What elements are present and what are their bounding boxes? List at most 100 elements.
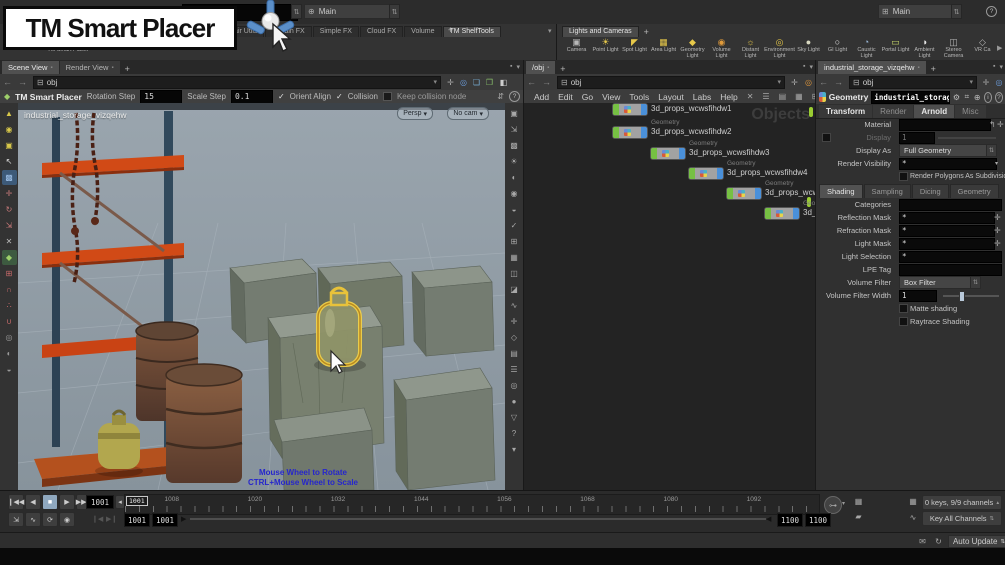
matte-shading-checkbox[interactable]	[899, 304, 908, 313]
pin-pane-icon[interactable]: ✛	[444, 78, 457, 87]
node-body[interactable]	[688, 167, 724, 180]
node-display-flag[interactable]	[679, 148, 685, 159]
node-input-flag[interactable]	[651, 148, 657, 159]
node-body[interactable]	[612, 126, 648, 139]
menu-layout[interactable]: Layout	[658, 92, 684, 102]
raytrace-shading-checkbox[interactable]	[899, 317, 908, 326]
forward-icon[interactable]: →	[831, 77, 846, 87]
motion-blur-icon[interactable]: ∿	[507, 297, 522, 313]
snap-points-icon[interactable]: ∴	[2, 298, 17, 313]
menu-add[interactable]: Add	[534, 92, 549, 102]
light-mask-input[interactable]: *	[899, 237, 995, 250]
rotate-tool-icon[interactable]: ↻	[2, 202, 17, 217]
shelf-tool-distant-light[interactable]: ☼ Distant Light	[736, 37, 765, 59]
orient-align-check-icon[interactable]: ✓	[278, 92, 285, 101]
network-node[interactable]: Geometry 3d_props_wcwsfihdw3	[650, 140, 810, 160]
right-desktop-spinner[interactable]: ⇅	[951, 4, 962, 19]
shelf-tools-overflow-arrow[interactable]: ▶	[997, 44, 1002, 52]
tree-view-icon[interactable]: ☰	[762, 92, 769, 101]
collision-check-icon[interactable]: ✓	[336, 92, 343, 101]
shelf-tab-simple-fx[interactable]: Simple FX	[312, 26, 359, 37]
lock-camera-icon[interactable]: ▩	[507, 137, 522, 153]
recook-icon[interactable]: ↻	[932, 535, 945, 547]
shelf-tool-environment-light[interactable]: ◎ Environment Light	[764, 37, 795, 59]
reflection-mask-input[interactable]: *	[899, 211, 995, 224]
tab-scene-view[interactable]: Scene View ▪	[2, 61, 59, 74]
tool-sort-icon[interactable]: ⇵	[497, 91, 504, 102]
path-caret-icon[interactable]: ▾	[969, 78, 973, 86]
objects-state-icon[interactable]: ▲	[2, 106, 17, 121]
op-jump-icon[interactable]: ↰	[989, 120, 996, 129]
shelf-tab-lights-and-cameras[interactable]: Lights and Cameras	[562, 26, 639, 37]
shelf-tool-caustic-light[interactable]: ◔ Caustic Light	[852, 37, 881, 59]
message-log-icon[interactable]: ✉	[916, 535, 929, 547]
range-slider-groove[interactable]	[190, 518, 766, 520]
isolate-icon[interactable]: ◇	[507, 329, 522, 345]
flipbook-icon[interactable]: ⇲	[8, 512, 24, 527]
audio-icon[interactable]: ∿	[25, 512, 41, 527]
op-chooser-icon[interactable]: ✛	[994, 213, 1001, 222]
network-node[interactable]: Geometry3d_props_wcwsfihdw1	[612, 103, 772, 116]
forward-icon[interactable]: →	[15, 77, 30, 87]
keep-collision-checkbox[interactable]	[382, 92, 392, 101]
wireframe-icon[interactable]: ◫	[507, 265, 522, 281]
offscreen-node-marker[interactable]	[809, 107, 813, 117]
camera-menu[interactable]: No cam ▾	[447, 107, 489, 120]
desktop-spinner[interactable]: ⇅	[389, 4, 400, 19]
tab-arnold[interactable]: Arnold	[914, 105, 955, 118]
scale-tool-icon[interactable]: ⇲	[2, 218, 17, 233]
shelf-tool-vr-ca[interactable]: ◇ VR Ca	[968, 37, 997, 54]
pin-pane-icon[interactable]: ✛	[980, 78, 992, 87]
node-input-flag[interactable]	[613, 104, 619, 115]
view-pivot-icon[interactable]: ◎	[2, 330, 17, 345]
camera-view-icon[interactable]: ▣	[507, 105, 522, 121]
dot-icon[interactable]: ●	[507, 393, 522, 409]
select-tool-icon[interactable]: ↖	[2, 154, 17, 169]
network-node[interactable]: Geometry 3d_props_wcwsfihdw2	[612, 119, 772, 139]
volume-filter-dropdown[interactable]: Box Filter	[899, 276, 971, 289]
snap-view-icon[interactable]: ✛	[507, 313, 522, 329]
add-pane-tab-button[interactable]: +	[556, 64, 569, 74]
forward-icon[interactable]: →	[539, 77, 554, 87]
keys-info-dropdown[interactable]: 0 keys, 9/9 channels ▴	[922, 495, 1002, 510]
network-canvas[interactable]: Objects Geometry3d_props_wcwsfihdw1Geome…	[524, 103, 816, 490]
keys-view-icon[interactable]: ▦	[906, 495, 920, 508]
shelf-tool-stereo-camera[interactable]: ◫ Stereo Camera	[939, 37, 968, 59]
view-pivot2-icon[interactable]: ◎	[507, 377, 522, 393]
params-path-field[interactable]: ⊟ obj ▾	[849, 75, 977, 89]
playhead-flag[interactable]: 1001	[126, 496, 148, 506]
volume-filter-spinner[interactable]: ⇅	[970, 276, 981, 289]
channels-view-icon[interactable]: ∿	[906, 511, 920, 524]
material-flag-icon[interactable]: ▦	[507, 249, 522, 265]
lights-state-icon[interactable]: ◉	[2, 122, 17, 137]
op-chooser-icon[interactable]: ✛	[997, 120, 1004, 129]
shelf-tool-area-light[interactable]: ▦ Area Light	[649, 37, 678, 54]
key-all-channels-dropdown[interactable]: Key All Channels ⇅	[922, 511, 1002, 526]
normal-lighting-icon[interactable]: ◐	[507, 169, 522, 185]
global-start-field[interactable]: 1001	[124, 513, 150, 527]
pane-menu-caret[interactable]: ▾	[516, 63, 520, 71]
info-icon[interactable]: i	[983, 91, 992, 103]
handles-tool-icon[interactable]: ✕	[2, 234, 17, 249]
list-view-icon[interactable]: ▤	[779, 92, 787, 101]
help-view-icon[interactable]: ?	[507, 425, 522, 441]
range-left-handle[interactable]: ▶	[181, 515, 186, 523]
maximize-viewport-icon[interactable]: ◧	[496, 78, 511, 87]
menu-labs[interactable]: Labs	[693, 92, 711, 102]
network-node[interactable]: Geometry3d_props_wcwsfihdw6	[764, 200, 816, 220]
link-pane-icon[interactable]: ◎	[801, 78, 816, 87]
menu-tools[interactable]: Tools	[629, 92, 649, 102]
next-key-button[interactable]: ▶❙	[106, 515, 117, 523]
node-display-flag[interactable]	[641, 104, 647, 115]
node-body[interactable]	[726, 187, 762, 200]
display-input[interactable]: 1	[899, 131, 935, 144]
animation-options-icon[interactable]: ▰	[852, 510, 865, 522]
network-node[interactable]: Geometry3d_props_wcwsfihdw5	[726, 180, 816, 200]
network-node[interactable]: Geometry 3d_props_wcwsfihdw4	[688, 160, 816, 180]
range-end-field[interactable]: 1100	[777, 513, 803, 527]
tab-menu-icon[interactable]: ▪	[111, 65, 113, 71]
subtab-dicing[interactable]: Dicing	[911, 184, 949, 198]
back-icon[interactable]: ←	[816, 77, 831, 87]
translate-tool-icon[interactable]: ✛	[2, 186, 17, 201]
render-visibility-input[interactable]: *	[899, 157, 997, 170]
